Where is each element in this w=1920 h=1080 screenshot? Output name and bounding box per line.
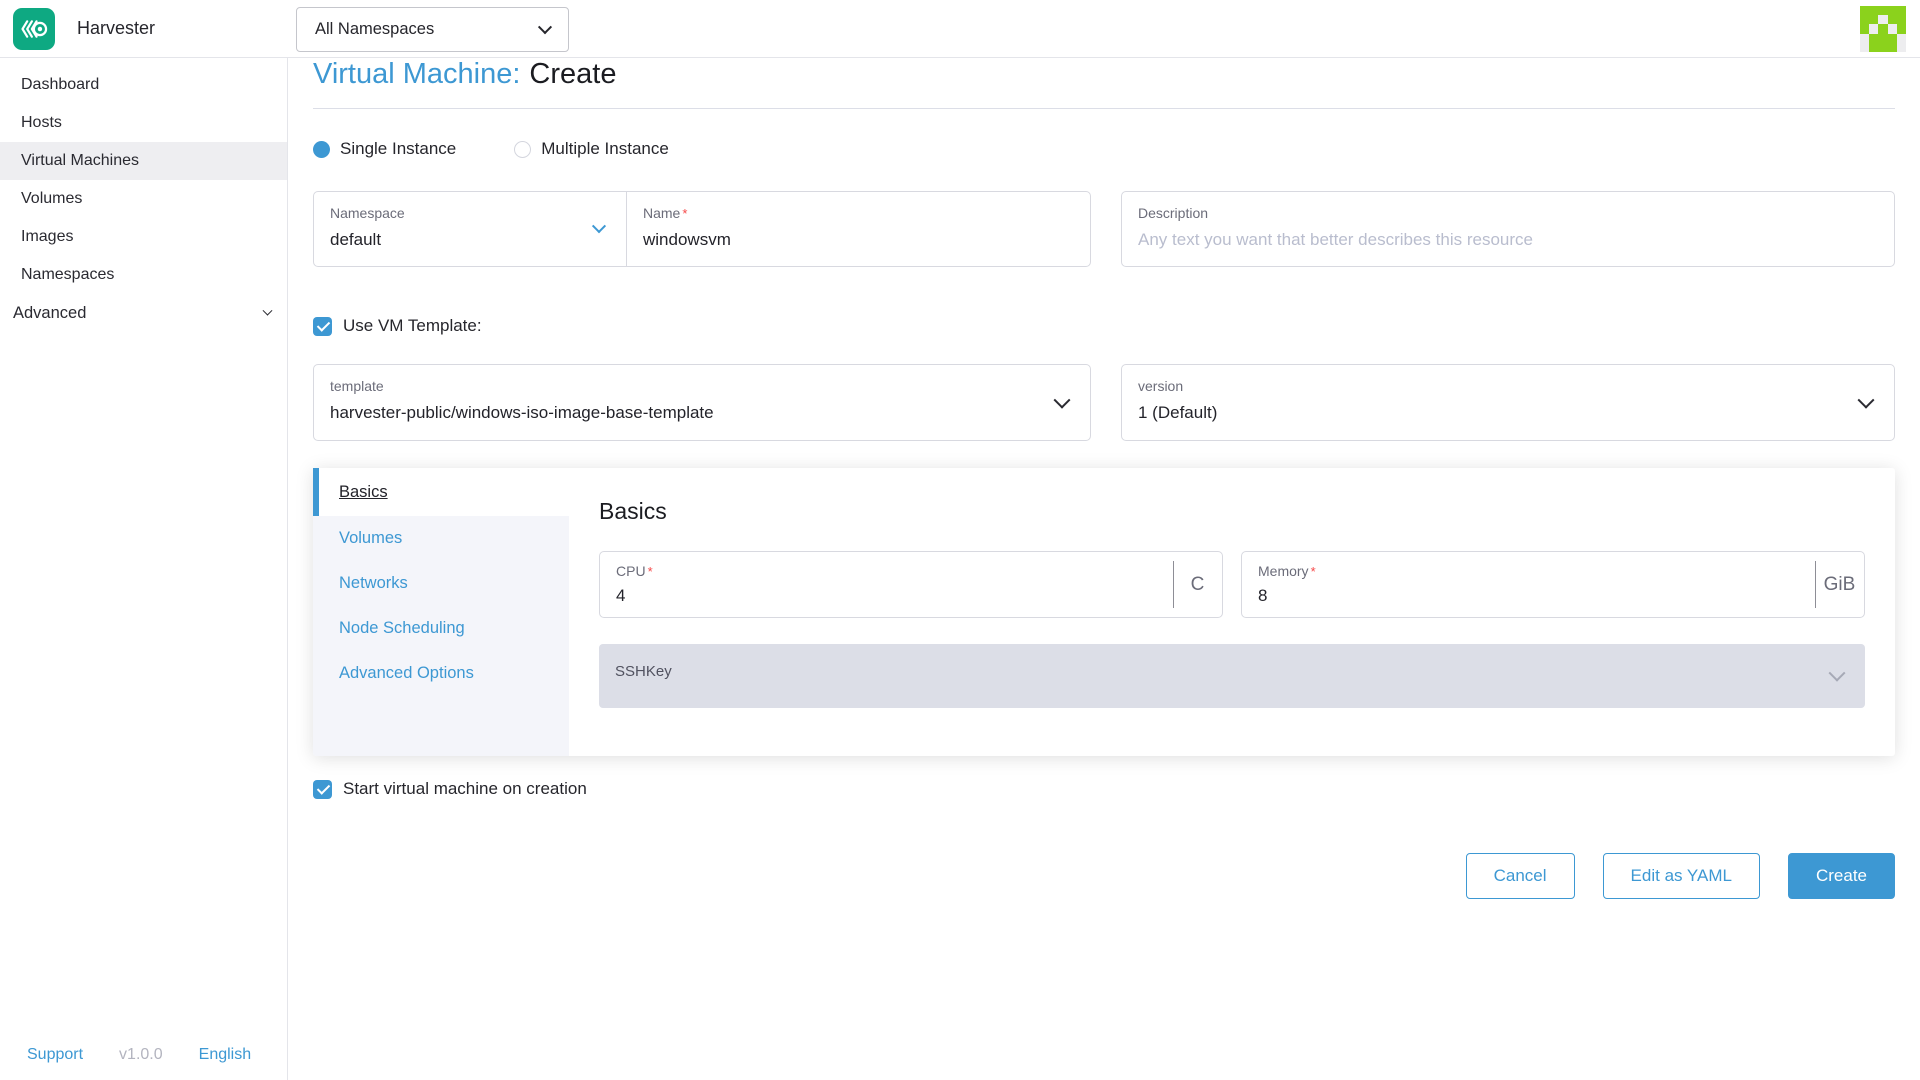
tab-volumes[interactable]: Volumes bbox=[313, 516, 569, 561]
cancel-button[interactable]: Cancel bbox=[1466, 853, 1575, 899]
sidebar-nav: Dashboard Hosts Virtual Machines Volumes… bbox=[0, 58, 288, 1080]
template-row: template harvester-public/windows-iso-im… bbox=[313, 364, 1895, 441]
version-select[interactable]: version 1 (Default) bbox=[1121, 364, 1895, 441]
page-title-resource: Virtual Machine: bbox=[313, 58, 520, 90]
config-tab-list: Basics Volumes Networks Node Scheduling … bbox=[313, 468, 569, 756]
use-vm-template-label: Use VM Template: bbox=[343, 316, 482, 336]
version-value: 1 (Default) bbox=[1138, 403, 1878, 423]
use-vm-template-row: Use VM Template: bbox=[313, 316, 1895, 336]
namespace-filter-select[interactable]: All Namespaces bbox=[296, 7, 569, 52]
basics-panel: Basics CPU* C Memory* GiB bbox=[569, 468, 1895, 756]
start-on-creation-label: Start virtual machine on creation bbox=[343, 779, 587, 799]
radio-single-instance-label: Single Instance bbox=[340, 139, 456, 159]
sidebar-item-namespaces[interactable]: Namespaces bbox=[0, 256, 287, 294]
template-select[interactable]: template harvester-public/windows-iso-im… bbox=[313, 364, 1091, 441]
title-divider bbox=[313, 108, 1895, 109]
name-label: Name bbox=[643, 205, 680, 221]
support-link[interactable]: Support bbox=[27, 1046, 83, 1064]
radio-single-instance[interactable]: Single Instance bbox=[313, 139, 456, 159]
description-input[interactable] bbox=[1138, 230, 1878, 250]
sidebar-item-images[interactable]: Images bbox=[0, 218, 287, 256]
basics-heading: Basics bbox=[599, 498, 1865, 525]
cpu-field-wrap: CPU* bbox=[600, 552, 1173, 617]
sidebar-item-hosts[interactable]: Hosts bbox=[0, 104, 287, 142]
sidebar-advanced-label: Advanced bbox=[13, 304, 86, 323]
sidebar-item-virtual-machines[interactable]: Virtual Machines bbox=[0, 142, 287, 180]
required-asterisk: * bbox=[682, 206, 687, 221]
main-content: Virtual Machine: Create Single Instance M… bbox=[289, 58, 1920, 899]
sshkey-label: SSHKey bbox=[615, 663, 672, 680]
version-text: v1.0.0 bbox=[119, 1046, 163, 1064]
template-label: template bbox=[330, 378, 384, 394]
harvester-logo-icon bbox=[13, 8, 55, 50]
instance-mode-group: Single Instance Multiple Instance bbox=[313, 139, 1895, 159]
sidebar-footer: Support v1.0.0 English bbox=[27, 1046, 251, 1064]
sidebar-item-volumes[interactable]: Volumes bbox=[0, 180, 287, 218]
sidebar-item-dashboard[interactable]: Dashboard bbox=[0, 66, 287, 104]
action-buttons: Cancel Edit as YAML Create bbox=[313, 853, 1895, 899]
radio-multiple-instance-label: Multiple Instance bbox=[541, 139, 669, 159]
tab-networks[interactable]: Networks bbox=[313, 561, 569, 606]
namespace-value: default bbox=[330, 230, 610, 250]
edit-as-yaml-button[interactable]: Edit as YAML bbox=[1603, 853, 1760, 899]
description-field-wrap: Description bbox=[1121, 191, 1895, 267]
start-on-creation-row: Start virtual machine on creation bbox=[313, 779, 1895, 799]
app-title: Harvester bbox=[77, 18, 155, 39]
cpu-field-box: CPU* C bbox=[599, 551, 1223, 618]
memory-unit: GiB bbox=[1815, 552, 1864, 617]
cpu-input[interactable] bbox=[616, 586, 1157, 606]
radio-unselected-icon bbox=[514, 141, 531, 158]
chevron-down-icon bbox=[538, 20, 552, 34]
sidebar-group-advanced[interactable]: Advanced bbox=[0, 294, 287, 333]
cpu-label: CPU bbox=[616, 563, 646, 579]
name-input[interactable] bbox=[643, 230, 1074, 250]
namespace-label: Namespace bbox=[330, 205, 405, 221]
tab-basics[interactable]: Basics bbox=[313, 468, 569, 516]
memory-label: Memory bbox=[1258, 563, 1309, 579]
radio-selected-icon bbox=[313, 141, 330, 158]
name-field-wrap: Name* bbox=[627, 192, 1090, 266]
namespace-name-box: Namespace default Name* bbox=[313, 191, 1091, 267]
page-title: Virtual Machine: Create bbox=[313, 58, 1895, 91]
description-label: Description bbox=[1138, 205, 1208, 221]
create-button[interactable]: Create bbox=[1788, 853, 1895, 899]
use-vm-template-checkbox[interactable] bbox=[313, 317, 332, 336]
version-label: version bbox=[1138, 378, 1183, 394]
namespace-select[interactable]: Namespace default bbox=[314, 192, 627, 266]
template-value: harvester-public/windows-iso-image-base-… bbox=[330, 403, 1074, 423]
name-row: Namespace default Name* Description bbox=[313, 191, 1895, 267]
sshkey-select-disabled: SSHKey bbox=[599, 644, 1865, 708]
namespace-filter-value: All Namespaces bbox=[315, 20, 434, 39]
user-avatar[interactable] bbox=[1860, 6, 1906, 52]
cpu-memory-row: CPU* C Memory* GiB bbox=[599, 551, 1865, 618]
required-asterisk: * bbox=[648, 564, 653, 579]
start-on-creation-checkbox[interactable] bbox=[313, 780, 332, 799]
language-link[interactable]: English bbox=[199, 1046, 251, 1064]
tab-node-scheduling[interactable]: Node Scheduling bbox=[313, 606, 569, 651]
radio-multiple-instance[interactable]: Multiple Instance bbox=[514, 139, 669, 159]
required-asterisk: * bbox=[1311, 564, 1316, 579]
page-title-action: Create bbox=[529, 58, 616, 90]
tab-advanced-options[interactable]: Advanced Options bbox=[313, 651, 569, 696]
chevron-down-icon bbox=[1829, 665, 1846, 682]
cpu-unit: C bbox=[1173, 552, 1222, 617]
top-header: Harvester All Namespaces bbox=[0, 0, 1920, 58]
vm-config-card: Basics Volumes Networks Node Scheduling … bbox=[313, 468, 1895, 756]
memory-input[interactable] bbox=[1258, 586, 1799, 606]
memory-field-wrap: Memory* bbox=[1242, 552, 1815, 617]
memory-field-box: Memory* GiB bbox=[1241, 551, 1865, 618]
chevron-down-icon bbox=[263, 306, 273, 316]
